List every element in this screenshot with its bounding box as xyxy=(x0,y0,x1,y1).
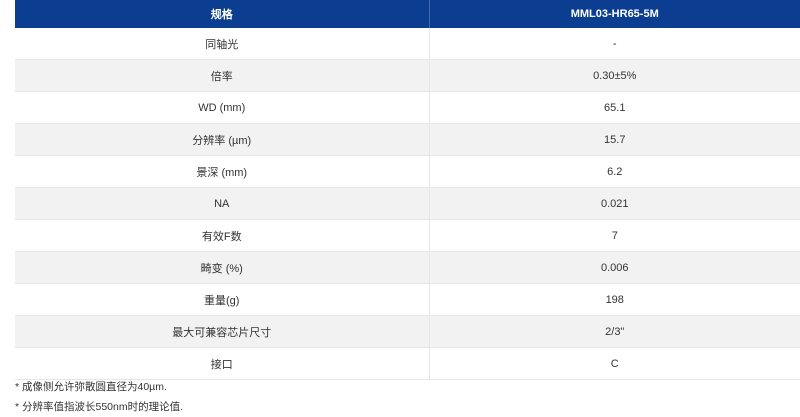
table-row: 分辨率 (µm) 15.7 xyxy=(15,123,800,156)
table-row: 重量(g) 198 xyxy=(15,283,800,316)
table-row: 接口 C xyxy=(15,347,800,380)
footnote: * 分辨率值指波长550nm时的理论值. xyxy=(15,401,184,413)
row-label: 倍率 xyxy=(15,59,430,92)
row-value: 2/3" xyxy=(429,315,800,348)
table-header-row: 规格 MML03-HR65-5M xyxy=(15,0,800,28)
row-label: 分辨率 (µm) xyxy=(15,123,430,156)
row-value: 198 xyxy=(429,283,800,316)
header-spec-label: 规格 xyxy=(15,0,430,28)
row-value: 65.1 xyxy=(429,91,800,124)
row-value: 0.30±5% xyxy=(429,59,800,92)
row-value: 0.006 xyxy=(429,251,800,284)
table-row: WD (mm) 65.1 xyxy=(15,91,800,124)
table-row: 有效F数 7 xyxy=(15,219,800,252)
row-label: 景深 (mm) xyxy=(15,155,430,188)
row-label: NA xyxy=(15,187,430,220)
row-value: 6.2 xyxy=(429,155,800,188)
row-value: C xyxy=(429,347,800,380)
row-value: 15.7 xyxy=(429,123,800,156)
table-row: 畸变 (%) 0.006 xyxy=(15,251,800,284)
row-label: WD (mm) xyxy=(15,91,430,124)
row-label: 接口 xyxy=(15,347,430,380)
row-label: 畸变 (%) xyxy=(15,251,430,284)
row-label: 同轴光 xyxy=(15,28,430,60)
table-row: 倍率 0.30±5% xyxy=(15,59,800,92)
spec-table: 规格 MML03-HR65-5M 同轴光 - 倍率 0.30±5% WD (mm… xyxy=(15,0,800,380)
table-row: NA 0.021 xyxy=(15,187,800,220)
row-label: 重量(g) xyxy=(15,283,430,316)
row-label: 有效F数 xyxy=(15,219,430,252)
row-value: 7 xyxy=(429,219,800,252)
row-label: 最大可兼容芯片尺寸 xyxy=(15,315,430,348)
footnote: * 成像侧允许弥散圆直径为40µm. xyxy=(15,381,167,393)
row-value: - xyxy=(429,28,800,60)
table-row: 同轴光 - xyxy=(15,28,800,60)
table-row: 最大可兼容芯片尺寸 2/3" xyxy=(15,315,800,348)
table-row: 景深 (mm) 6.2 xyxy=(15,155,800,188)
row-value: 0.021 xyxy=(429,187,800,220)
footnotes: * 成像侧允许弥散圆直径为40µm. * 分辨率值指波长550nm时的理论值. xyxy=(15,377,183,417)
header-model-name: MML03-HR65-5M xyxy=(429,0,800,28)
